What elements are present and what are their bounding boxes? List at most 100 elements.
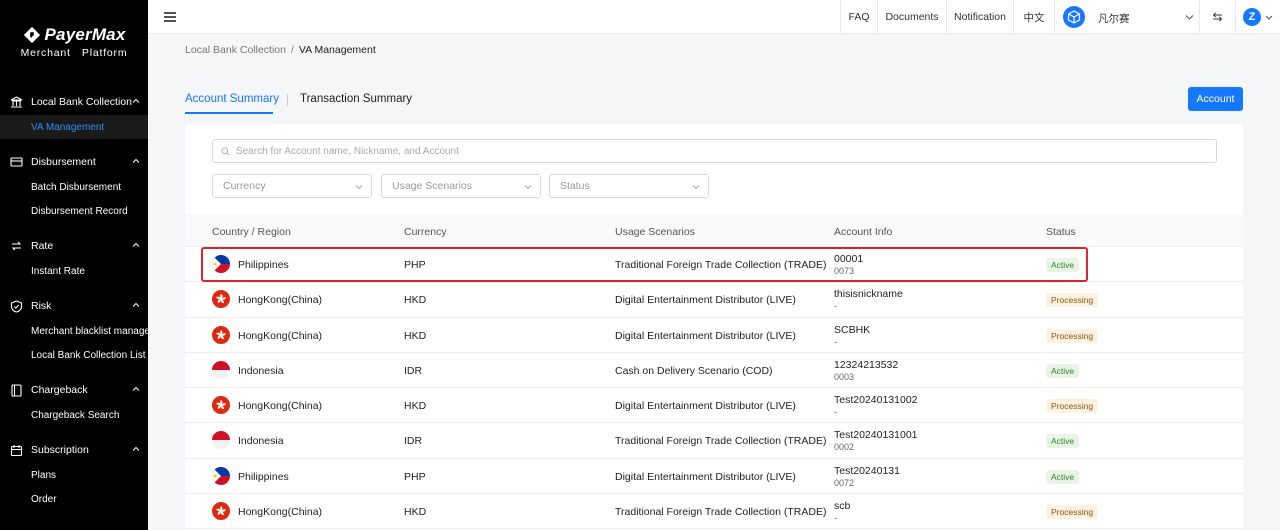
hongkong-flag-icon xyxy=(212,325,230,344)
exchange-icon xyxy=(9,239,23,253)
payermax-logo-icon xyxy=(23,26,40,44)
account-name: thisisnickname xyxy=(834,288,903,301)
currency-cell: PHP xyxy=(404,259,426,271)
country-cell: HongKong(China) xyxy=(238,329,323,342)
currency-cell: IDR xyxy=(404,364,423,377)
active-tab-indicator xyxy=(185,112,273,114)
currency-cell: HKD xyxy=(404,294,427,307)
menu-item-merchant-blacklist[interactable]: Merchant blacklist managem xyxy=(0,319,148,343)
search-icon xyxy=(221,146,230,155)
country-cell: HongKong(China) xyxy=(238,294,323,307)
account-name: Test20240131002 xyxy=(834,394,918,407)
menu-label: Local Bank Collection xyxy=(31,96,132,108)
menu-label: Risk xyxy=(31,300,52,312)
search-input[interactable] xyxy=(236,145,1136,157)
account-avatar: Z xyxy=(1243,8,1261,26)
menu-rate[interactable]: Rate xyxy=(0,233,148,259)
swap-icon[interactable]: ⇆ xyxy=(1199,0,1235,34)
status-badge: Active xyxy=(1046,469,1080,484)
table-row[interactable]: HongKong(China) HKD Digital Entertainment … xyxy=(185,282,1243,318)
menu-item-batch-disbursement[interactable]: Batch Disbursement xyxy=(0,175,148,199)
tab-transaction-summary[interactable]: Transaction Summary xyxy=(300,93,412,105)
status-badge: Active xyxy=(1046,258,1080,272)
account-name: Test20240131001 xyxy=(834,429,918,442)
table-row[interactable]: HongKong(China) HKD Traditional Foreign Tr… xyxy=(185,494,1243,530)
chevron-up-icon xyxy=(132,98,140,103)
user-name[interactable]: 凡尔赛 xyxy=(1098,11,1130,26)
usage-cell: Traditional Foreign Trade Collection (TR… xyxy=(615,435,827,448)
chevron-down-icon[interactable] xyxy=(1185,13,1194,21)
menu-item-order[interactable]: Order xyxy=(0,487,148,511)
table-row[interactable]: Philippines PHP Digital Entertainment Dist… xyxy=(185,459,1243,495)
country-cell: Indonesia xyxy=(238,435,284,448)
menu-chargeback[interactable]: Chargeback xyxy=(0,377,148,403)
indonesia-flag-icon xyxy=(212,360,230,379)
chevron-down-icon xyxy=(1265,15,1273,20)
currency-cell: HKD xyxy=(404,506,427,519)
merchant-avatar-icon[interactable] xyxy=(1063,6,1085,28)
faq-link[interactable]: FAQ xyxy=(840,0,877,34)
account-number: - xyxy=(834,513,837,524)
chevron-up-icon xyxy=(132,302,140,307)
menu-toggle-icon[interactable] xyxy=(164,12,176,22)
breadcrumb-current: VA Management xyxy=(298,44,376,56)
bank-icon xyxy=(9,95,23,109)
account-number: 0002 xyxy=(834,442,855,453)
currency-select-placeholder: Currency xyxy=(223,180,266,192)
menu-label: Disbursement xyxy=(31,156,96,168)
menu-local-bank-collection[interactable]: Local Bank Collection xyxy=(0,89,148,115)
table-row[interactable]: Indonesia IDR Cash on Delivery Scenario (C… xyxy=(185,353,1243,389)
usage-cell: Digital Entertainment Distributor (LIVE) xyxy=(615,329,796,342)
chevron-down-icon xyxy=(355,185,363,190)
status-select[interactable]: Status xyxy=(549,174,709,198)
status-select-placeholder: Status xyxy=(560,180,590,192)
breadcrumb-separator: / xyxy=(290,44,294,56)
menu-item-plans[interactable]: Plans xyxy=(0,463,148,487)
table-row[interactable]: HongKong(China) HKD Digital Entertainment … xyxy=(185,318,1243,353)
menu-item-local-bank-collection-list[interactable]: Local Bank Collection List xyxy=(0,343,148,367)
table-row[interactable]: Philippines PHP Traditional Foreign Trade … xyxy=(185,247,1243,283)
usage-select-placeholder: Usage Scenarios xyxy=(392,180,472,192)
menu-item-chargeback-search[interactable]: Chargeback Search xyxy=(0,403,148,427)
status-badge: Processing xyxy=(1046,328,1099,343)
logo-name: PayerMax xyxy=(44,25,126,44)
hongkong-flag-icon xyxy=(212,290,230,309)
language-switch[interactable]: 中文 xyxy=(1013,0,1054,34)
account-number: 0003 xyxy=(834,371,855,382)
tab-account-summary[interactable]: Account Summary xyxy=(185,93,279,105)
breadcrumb-parent[interactable]: Local Bank Collection xyxy=(185,44,286,56)
account-name: 12324213532 xyxy=(834,358,899,371)
notification-link[interactable]: Notification xyxy=(946,0,1013,34)
account-switch[interactable]: Z xyxy=(1235,0,1280,34)
search-box[interactable] xyxy=(212,139,1217,163)
country-cell: Philippines xyxy=(238,259,289,271)
account-name: 00001 xyxy=(834,253,864,265)
column-header-account-info: Account Info xyxy=(834,226,893,238)
table-header: Country / Region Currency Usage Scenario… xyxy=(185,214,1243,247)
status-badge: Processing xyxy=(1046,293,1099,308)
breadcrumb: Local Bank Collection / VA Management xyxy=(185,44,376,56)
table-row[interactable]: HongKong(China) HKD Digital Entertainment … xyxy=(185,388,1243,424)
menu-item-va-management[interactable]: VA Management xyxy=(0,115,148,139)
status-badge: Active xyxy=(1046,434,1080,449)
currency-select[interactable]: Currency xyxy=(212,174,372,198)
calendar-icon xyxy=(9,443,23,457)
table-row[interactable]: Indonesia IDR Traditional Foreign Trade Co… xyxy=(185,423,1243,459)
menu-risk[interactable]: Risk xyxy=(0,293,148,319)
usage-cell: Digital Entertainment Distributor (LIVE) xyxy=(615,470,796,483)
country-cell: HongKong(China) xyxy=(238,400,323,413)
country-cell: Philippines xyxy=(238,470,289,483)
menu-subscription[interactable]: Subscription xyxy=(0,437,148,463)
documents-link[interactable]: Documents xyxy=(877,0,946,34)
chevron-down-icon xyxy=(524,185,532,190)
column-header-status: Status xyxy=(1046,226,1076,238)
column-header-country: Country / Region xyxy=(212,226,291,238)
menu-disbursement[interactable]: Disbursement xyxy=(0,149,148,175)
menu-label: Chargeback xyxy=(31,384,88,396)
menu-item-disbursement-record[interactable]: Disbursement Record xyxy=(0,199,148,223)
account-number: - xyxy=(834,407,837,418)
usage-cell: Traditional Foreign Trade Collection (TR… xyxy=(615,259,827,271)
account-button[interactable]: Account xyxy=(1188,87,1243,111)
menu-item-instant-rate[interactable]: Instant Rate xyxy=(0,259,148,283)
usage-scenarios-select[interactable]: Usage Scenarios xyxy=(381,174,541,198)
